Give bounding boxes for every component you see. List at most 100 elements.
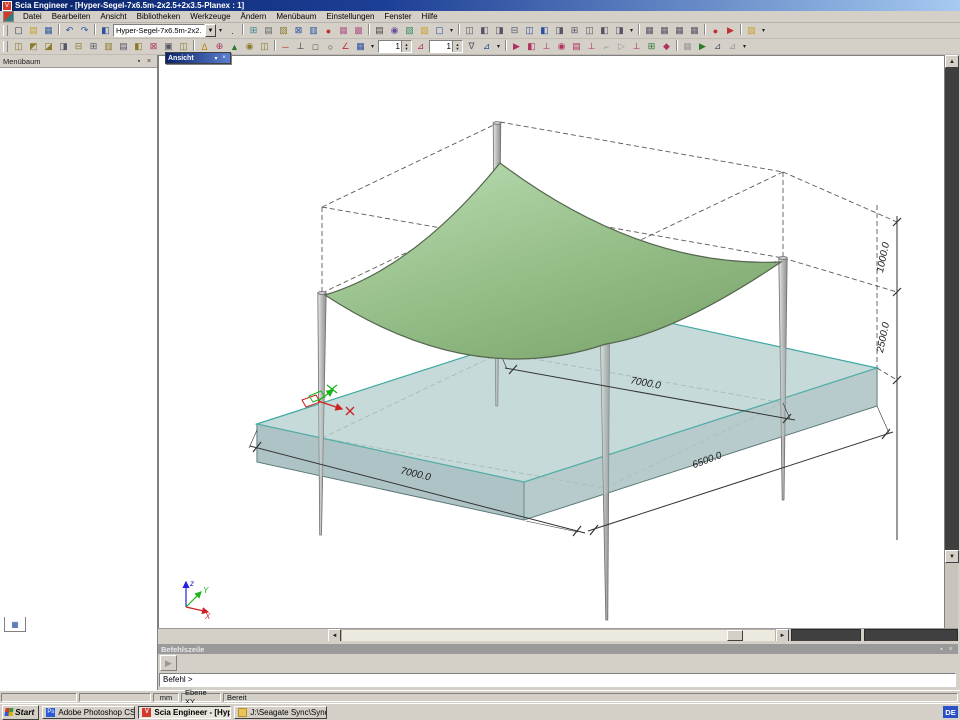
new-item-icon[interactable]: ▨ (744, 24, 759, 38)
cursor-mode-icon[interactable]: ▶ (160, 655, 177, 671)
angle-icon[interactable]: ∠ (338, 40, 353, 54)
load-spinner[interactable]: 1▲▼ (429, 40, 463, 53)
command-input[interactable]: Befehl > (159, 673, 956, 687)
chevron-down-icon[interactable]: ▾ (212, 55, 220, 62)
project-window-icon[interactable]: ◧ (98, 24, 113, 38)
eye-icon[interactable]: ● (708, 24, 723, 38)
support-icon[interactable]: ⊥ (539, 40, 554, 54)
cascade-icon[interactable]: ▦ (642, 24, 657, 38)
menu-item-ändern[interactable]: Ändern (236, 12, 272, 21)
pin-icon[interactable]: ▪ (937, 646, 946, 653)
support-icon[interactable]: ▤ (569, 40, 584, 54)
copy-icon[interactable]: ▥ (306, 24, 321, 38)
mesh-icon[interactable]: ⊞ (644, 40, 659, 54)
pin-icon[interactable]: ▪ (134, 58, 144, 65)
scale-spinner[interactable]: 1▲▼ (378, 40, 412, 53)
menu-item-fenster[interactable]: Fenster (379, 12, 416, 21)
calc-icon[interactable]: ⊞ (246, 24, 261, 38)
status-plane[interactable]: Ebene XY (181, 693, 221, 702)
gallery-icon[interactable]: ▦ (336, 24, 351, 38)
open-icon[interactable]: ▤ (26, 24, 41, 38)
language-indicator[interactable]: DE (943, 706, 958, 718)
menu-item-menübaum[interactable]: Menübaum (271, 12, 321, 21)
dropdown-arrow-icon[interactable]: ▾ (740, 40, 749, 54)
menu-item-bearbeiten[interactable]: Bearbeiten (47, 12, 96, 21)
toolbar-grip[interactable] (3, 41, 8, 52)
dropdown-arrow-icon[interactable]: ▾ (627, 24, 636, 38)
menu-item-hilfe[interactable]: Hilfe (417, 12, 443, 21)
circle-icon[interactable]: ○ (323, 40, 338, 54)
close-icon[interactable]: × (220, 55, 228, 61)
record-icon[interactable]: ● (321, 24, 336, 38)
dropdown-arrow-icon[interactable]: ▾ (494, 40, 503, 54)
layout-icon[interactable]: ◧ (597, 24, 612, 38)
clip-icon[interactable]: ◧ (131, 40, 146, 54)
panel-bottom-tab[interactable]: ▦ (4, 617, 26, 632)
combo-drop-icon[interactable]: ▾ (216, 24, 225, 38)
dropdown-arrow-icon[interactable]: ▾ (447, 24, 456, 38)
layer-icon[interactable]: ⊞ (86, 40, 101, 54)
support-icon[interactable]: ⊥ (584, 40, 599, 54)
spinner-arrows[interactable]: ▲▼ (452, 41, 462, 52)
vertical-scrollbar[interactable]: ▲ ▼ (944, 55, 958, 628)
play-icon[interactable]: ▶ (695, 40, 710, 54)
menu-item-bibliotheken[interactable]: Bibliotheken (132, 12, 186, 21)
gallery2-icon[interactable]: ▩ (351, 24, 366, 38)
new-icon[interactable]: ▢ (11, 24, 26, 38)
layout-icon[interactable]: ◫ (582, 24, 597, 38)
grid-icon[interactable]: ▦ (353, 40, 368, 54)
start-button[interactable]: Start (2, 705, 39, 720)
tile-icon[interactable]: ▦ (657, 24, 672, 38)
names-icon[interactable]: ◫ (257, 40, 272, 54)
layout-icon[interactable]: ◧ (537, 24, 552, 38)
layout-icon[interactable]: ⊞ (567, 24, 582, 38)
save-icon[interactable]: ▦ (41, 24, 56, 38)
membrane-sail[interactable] (325, 163, 781, 359)
perpendicular-icon[interactable]: ⊥ (293, 40, 308, 54)
node-icon[interactable]: ▶ (509, 40, 524, 54)
printdoc-icon[interactable]: ▤ (261, 24, 276, 38)
mdi-child-icon[interactable] (3, 11, 14, 22)
title-bar[interactable]: V Scia Engineer - [Hyper-Segel-7x6.5m-2x… (0, 0, 960, 11)
toolbar-grip[interactable] (3, 25, 8, 36)
close-icon[interactable]: × (144, 58, 154, 65)
page-icon[interactable]: ▢ (432, 24, 447, 38)
menu-item-werkzeuge[interactable]: Werkzeuge (185, 12, 235, 21)
dot-button[interactable]: . (225, 24, 240, 38)
layout-icon[interactable]: ◫ (462, 24, 477, 38)
load-icon[interactable]: ◆ (659, 40, 674, 54)
binocular-icon[interactable]: ◉ (242, 40, 257, 54)
taskbar-button-photoshop[interactable]: Ps Adobe Photoshop CS3 E... (42, 706, 135, 719)
scroll-up-icon[interactable]: ▲ (945, 55, 959, 68)
taskbar-button-scia[interactable]: V Scia Engineer - [Hype... (138, 706, 231, 719)
status-unit[interactable]: mm (153, 693, 179, 702)
send-icon[interactable]: ▶ (723, 24, 738, 38)
undo-icon[interactable]: ↶ (62, 24, 77, 38)
layer-icon[interactable]: ▤ (116, 40, 131, 54)
menu-item-ansicht[interactable]: Ansicht (95, 12, 131, 21)
hinge-icon[interactable]: ◉ (554, 40, 569, 54)
book-icon[interactable]: ▨ (276, 24, 291, 38)
layout-icon[interactable]: ◨ (552, 24, 567, 38)
tree-panel-header[interactable]: Menübaum ▪ × (0, 55, 157, 68)
spinner-arrows[interactable]: ▲▼ (401, 41, 411, 52)
section-icon[interactable]: ⊿ (710, 40, 725, 54)
activity-icon[interactable]: ◫ (11, 40, 26, 54)
viewport-canvas[interactable]: 7000.0 7000.0 6500.0 1000.0 (158, 55, 944, 628)
support-icon[interactable]: ◧ (524, 40, 539, 54)
taskbar-button-explorer[interactable]: J:\Seagate Sync\SyncRe... (234, 706, 327, 719)
redo-icon[interactable]: ↷ (77, 24, 92, 38)
view-palette-titlebar[interactable]: Ansicht ▾ × (166, 53, 230, 63)
layout-icon[interactable]: ◧ (477, 24, 492, 38)
scale-icon[interactable]: ⊿ (413, 40, 428, 54)
command-panel-header[interactable]: Befehlszeile ▪ × (158, 644, 958, 654)
print-icon[interactable]: ▤ (372, 24, 387, 38)
rectangle-icon[interactable]: □ (308, 40, 323, 54)
project-combo-dropdown[interactable]: ▼ (205, 24, 216, 37)
activity-icon[interactable]: ◩ (26, 40, 41, 54)
clip-icon[interactable]: ⊠ (146, 40, 161, 54)
scrollbar-thumb[interactable] (727, 630, 743, 641)
tile2-icon[interactable]: ▦ (672, 24, 687, 38)
layout-icon[interactable]: ⊟ (507, 24, 522, 38)
layout-icon[interactable]: ◫ (522, 24, 537, 38)
